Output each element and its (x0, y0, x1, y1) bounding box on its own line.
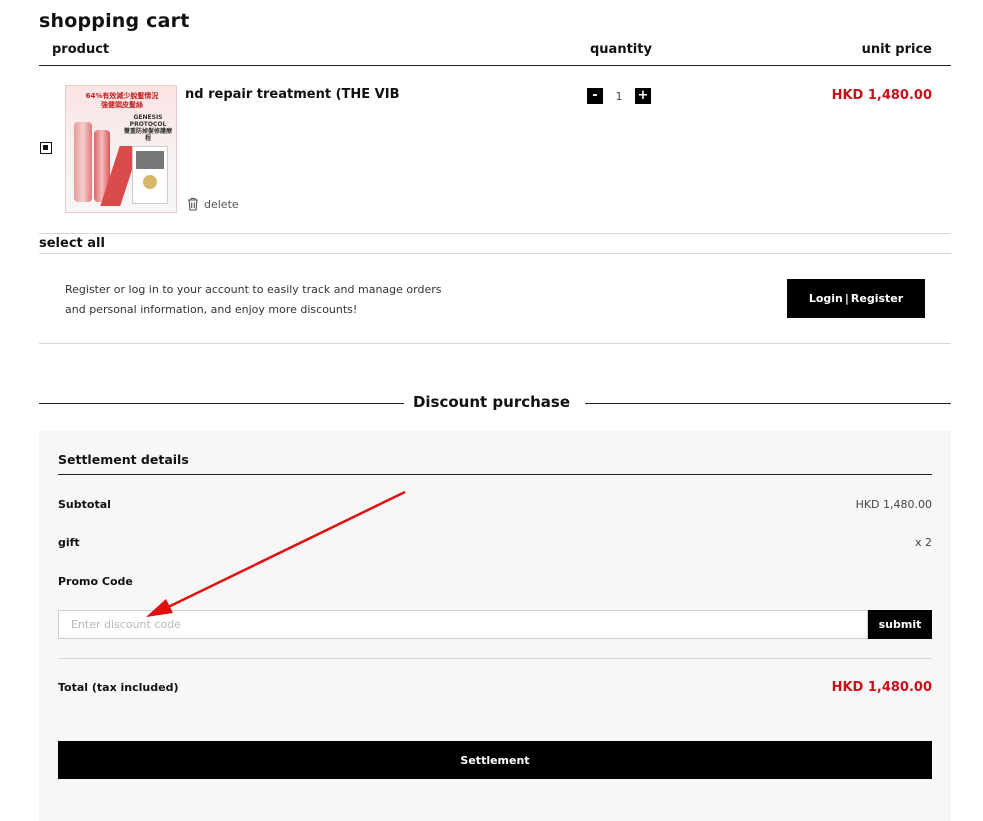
trash-icon (188, 197, 198, 211)
page-title: shopping cart (39, 10, 190, 32)
quantity-value: 1 (615, 89, 623, 103)
column-header-product: product (52, 42, 110, 57)
product-thumbnail[interactable]: 64%有效減少脫髮情況 強健頭皮髮絲 GENESIS PROTOCOL 雙重防掉… (65, 85, 177, 213)
settlement-heading: Settlement details (58, 452, 189, 467)
settlement-heading-divider (58, 474, 932, 475)
register-prompt-text: Register or log in to your account to ea… (65, 283, 442, 316)
quantity-stepper: - 1 + (587, 88, 651, 104)
item-unit-price: HKD 1,480.00 (831, 88, 932, 103)
column-header-quantity: quantity (590, 42, 652, 57)
select-all-button[interactable]: select all (39, 236, 105, 251)
product-name[interactable]: nd repair treatment (THE VIB (185, 87, 399, 102)
total-label: Total (tax included) (58, 681, 179, 694)
subtotal-value: HKD 1,480.00 (855, 498, 932, 511)
promo-submit-button[interactable]: submit (868, 610, 932, 639)
delete-label: delete (204, 197, 239, 211)
settlement-button[interactable]: Settlement (58, 741, 932, 779)
item-select-checkbox[interactable] (40, 142, 52, 154)
quantity-decrease-button[interactable]: - (587, 88, 603, 104)
thumbnail-headline: 64%有效減少脫髮情況 強健頭皮髮絲 (85, 92, 159, 109)
gift-value: x 2 (914, 536, 932, 549)
quantity-increase-button[interactable]: + (635, 88, 651, 104)
row-divider (39, 253, 951, 254)
delete-button[interactable]: delete (187, 197, 239, 211)
gift-label: gift (58, 536, 80, 549)
thumbnail-badge: GENESIS PROTOCOL 雙重防掉髮修護療程 (123, 114, 172, 142)
login-register-separator: | (844, 292, 849, 305)
total-divider (58, 658, 932, 659)
row-divider (39, 233, 951, 234)
discount-line-right (585, 403, 951, 404)
header-divider (39, 65, 951, 66)
register-label: Register (850, 292, 904, 305)
bottle-graphic (74, 122, 92, 202)
login-label: Login (808, 292, 843, 305)
column-header-unit-price: unit price (861, 42, 932, 57)
salon-card-graphic (132, 146, 168, 204)
promo-code-label: Promo Code (58, 575, 133, 588)
promo-code-input[interactable] (58, 610, 868, 639)
discount-purchase-title: Discount purchase (412, 393, 571, 411)
login-register-button[interactable]: Login | Register (787, 279, 925, 318)
subtotal-label: Subtotal (58, 498, 111, 511)
section-divider (39, 343, 951, 344)
total-value: HKD 1,480.00 (831, 680, 932, 695)
